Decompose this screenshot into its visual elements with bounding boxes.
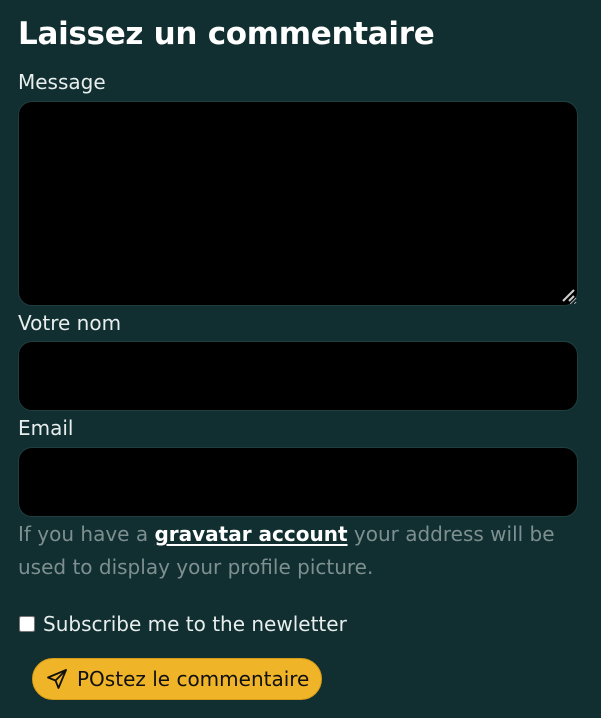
submit-comment-button[interactable]: POstez le commentaire: [32, 658, 323, 700]
name-label: Votre nom: [18, 311, 122, 335]
subscribe-checkbox[interactable]: [19, 616, 35, 632]
hint-prefix: If you have a: [18, 522, 155, 546]
gravatar-link[interactable]: gravatar account: [154, 522, 347, 546]
email-label: Email: [18, 416, 74, 440]
gravatar-hint: If you have a gravatar account your addr…: [18, 518, 578, 584]
message-label: Message: [18, 70, 106, 94]
send-icon: [47, 669, 67, 689]
comment-form: Laissez un commentaire Message Votre nom…: [0, 0, 601, 718]
form-title: Laissez un commentaire: [18, 16, 435, 52]
subscribe-label: Subscribe me to the newletter: [43, 612, 347, 636]
email-field[interactable]: [18, 447, 578, 517]
submit-label: POstez le commentaire: [77, 667, 310, 691]
message-textarea[interactable]: [18, 101, 578, 306]
subscribe-row[interactable]: Subscribe me to the newletter: [18, 612, 347, 636]
name-field[interactable]: [18, 341, 578, 411]
